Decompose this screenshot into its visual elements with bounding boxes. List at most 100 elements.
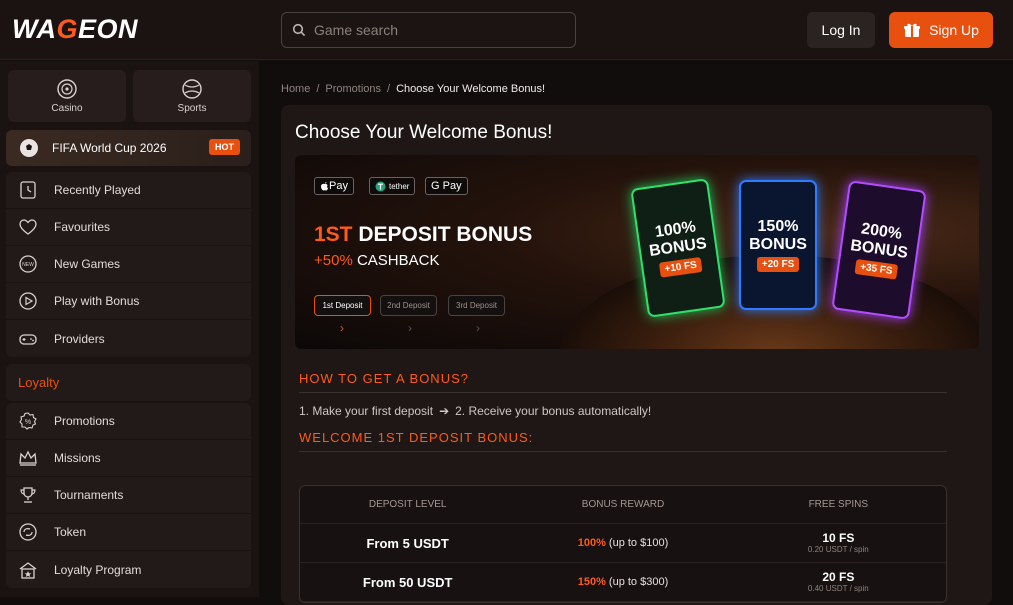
sidebar-item-new-games[interactable]: NEW New Games	[6, 246, 251, 283]
free-spins-count: 10 FS	[822, 531, 855, 545]
sidebar-item-loyalty-program[interactable]: Loyalty Program	[6, 551, 251, 588]
step-one: 1. Make your first deposit	[299, 404, 434, 418]
column-header-free-spins: FREE SPINS	[808, 499, 869, 510]
sidebar-item-token[interactable]: Token	[6, 514, 251, 551]
sidebar-item-missions[interactable]: Missions	[6, 440, 251, 477]
percent-icon: %	[19, 412, 37, 430]
breadcrumb-home[interactable]: Home	[281, 83, 310, 95]
category-casino[interactable]: Casino	[8, 70, 126, 122]
search-input[interactable]	[314, 22, 554, 38]
sidebar: Casino Sports FIFA World Cup 2026 HOT Re…	[0, 61, 259, 597]
reward-percent: 100%	[577, 537, 606, 549]
spin-value: 0.20 USDT / spin	[807, 545, 869, 554]
sidebar-item-label: Recently Played	[54, 183, 141, 197]
svg-text:%: %	[25, 419, 31, 426]
category-label: Sports	[177, 103, 207, 114]
token-icon	[19, 523, 37, 541]
banner-headline: 1ST DEPOSIT BONUS	[314, 223, 532, 247]
loyalty-heading[interactable]: Loyalty	[6, 364, 251, 401]
subheadline-rest: CASHBACK	[356, 252, 440, 269]
sidebar-item-tournaments[interactable]: Tournaments	[6, 477, 251, 514]
new-badge-icon: NEW	[19, 255, 37, 273]
gift-icon	[904, 23, 921, 37]
signup-label: Sign Up	[929, 22, 979, 38]
breadcrumb-promotions[interactable]: Promotions	[325, 83, 381, 95]
chevron-right-icon: ›	[340, 321, 344, 335]
breadcrumb-separator: /	[316, 83, 320, 95]
bonus-free-spins: +20 FS	[756, 257, 800, 272]
signup-button[interactable]: Sign Up	[889, 12, 993, 48]
page-title: Choose Your Welcome Bonus!	[295, 122, 553, 143]
sidebar-item-label: Play with Bonus	[54, 294, 140, 308]
bonus-table: DEPOSIT LEVEL BONUS REWARD FREE SPINS Fr…	[299, 485, 947, 603]
tab-2nd-deposit[interactable]: 2nd Deposit	[380, 295, 437, 316]
tab-3rd-deposit[interactable]: 3rd Deposit	[448, 295, 505, 316]
wageon-logo[interactable]: WAGEON	[12, 14, 138, 45]
sidebar-item-label: Missions	[54, 451, 101, 465]
sidebar-item-fifa-world-cup[interactable]: FIFA World Cup 2026 HOT	[6, 130, 251, 166]
tab-1st-deposit[interactable]: 1st Deposit	[314, 295, 371, 316]
column-header-bonus-reward: BONUS REWARD	[581, 499, 665, 510]
trophy-icon	[20, 487, 36, 503]
headline-rest: DEPOSIT BONUS	[358, 223, 533, 246]
bonus-free-spins: +35 FS	[854, 258, 899, 280]
welcome-bonus-heading: WELCOME 1ST DEPOSIT BONUS:	[299, 430, 947, 452]
spin-value: 0.40 USDT / spin	[807, 584, 869, 593]
logo-text-start: WA	[12, 14, 57, 44]
bonus-banner[interactable]: Pay tether G Pay 1ST DEPOSIT BONUS +50% …	[295, 155, 979, 349]
sidebar-item-recently-played[interactable]: Recently Played	[6, 172, 251, 209]
loyalty-nav-group: % Promotions Missions Tournaments Token …	[6, 403, 251, 588]
soccer-ball-icon	[20, 139, 38, 157]
sidebar-item-label: Providers	[54, 331, 105, 346]
bonus-word: BONUS	[749, 236, 807, 253]
loyalty-icon	[19, 561, 37, 579]
bonus-free-spins: +10 FS	[658, 256, 703, 278]
tether-icon	[375, 181, 386, 191]
bonus-card-100: 100% BONUS +10 FS	[630, 178, 726, 318]
category-label: Casino	[51, 103, 83, 114]
breadcrumb: Home / Promotions / Choose Your Welcome Bonu…	[281, 83, 545, 95]
how-to-section: HOW TO GET A BONUS? 1. Make your first d…	[299, 371, 947, 452]
sidebar-item-promotions[interactable]: % Promotions	[6, 403, 251, 440]
reward-cap: (up to $100)	[608, 537, 669, 549]
bonus-percent: 150%	[757, 218, 799, 235]
sidebar-item-label: New Games	[54, 257, 121, 271]
chevron-right-icon: ›	[408, 321, 412, 335]
free-spins-count: 20 FS	[822, 570, 855, 584]
table-row: From 5 USDT 100% (up to $100) 10 FS 0.20…	[300, 524, 946, 563]
bonus-card: Choose Your Welcome Bonus! Pay tether G …	[281, 105, 992, 605]
subheadline-accent: +50%	[314, 252, 353, 269]
apple-pay-badge: Pay	[314, 177, 354, 195]
category-sports[interactable]: Sports	[133, 70, 251, 122]
free-spins-cell: 10 FS 0.20 USDT / spin	[731, 531, 946, 555]
table-row: From 50 USDT 150% (up to $300) 20 FS 0.4…	[300, 563, 946, 602]
deposit-level: From 5 USDT	[366, 535, 449, 551]
payment-label: Pay	[329, 180, 348, 192]
ball-icon	[182, 79, 202, 99]
sidebar-item-label: Promotions	[54, 414, 115, 428]
top-bar: WAGEON Log In Sign Up	[0, 0, 1013, 60]
search-box[interactable]	[281, 12, 576, 48]
login-button[interactable]: Log In	[807, 12, 875, 48]
main-content: Home / Promotions / Choose Your Welcome Bonu…	[260, 61, 1013, 605]
column-header-deposit-level: DEPOSIT LEVEL	[368, 499, 447, 510]
bonus-reward: 100% (up to $100)	[515, 537, 730, 549]
sidebar-item-label: Tournaments	[54, 488, 124, 502]
sidebar-item-label: Favourites	[54, 220, 111, 234]
sidebar-item-providers[interactable]: Providers	[6, 320, 251, 357]
sidebar-item-favourites[interactable]: Favourites	[6, 209, 251, 246]
free-spins-cell: 20 FS 0.40 USDT / spin	[731, 570, 946, 594]
svg-text:NEW: NEW	[22, 262, 34, 268]
deposit-level: From 50 USDT	[362, 574, 453, 590]
how-to-heading: HOW TO GET A BONUS?	[299, 371, 947, 393]
how-to-steps: 1. Make your first deposit ➔ 2. Receive yo…	[299, 404, 947, 418]
roulette-icon	[57, 79, 77, 99]
crown-icon	[19, 450, 37, 466]
logo-text-accent: G	[56, 14, 79, 44]
sidebar-item-play-with-bonus[interactable]: Play with Bonus	[6, 283, 251, 320]
reward-percent: 150%	[577, 576, 606, 588]
logo-text-end: EON	[78, 14, 139, 44]
table-header-row: DEPOSIT LEVEL BONUS REWARD FREE SPINS	[300, 486, 946, 524]
hot-badge: HOT	[209, 139, 240, 155]
breadcrumb-current: Choose Your Welcome Bonus!	[396, 83, 546, 95]
